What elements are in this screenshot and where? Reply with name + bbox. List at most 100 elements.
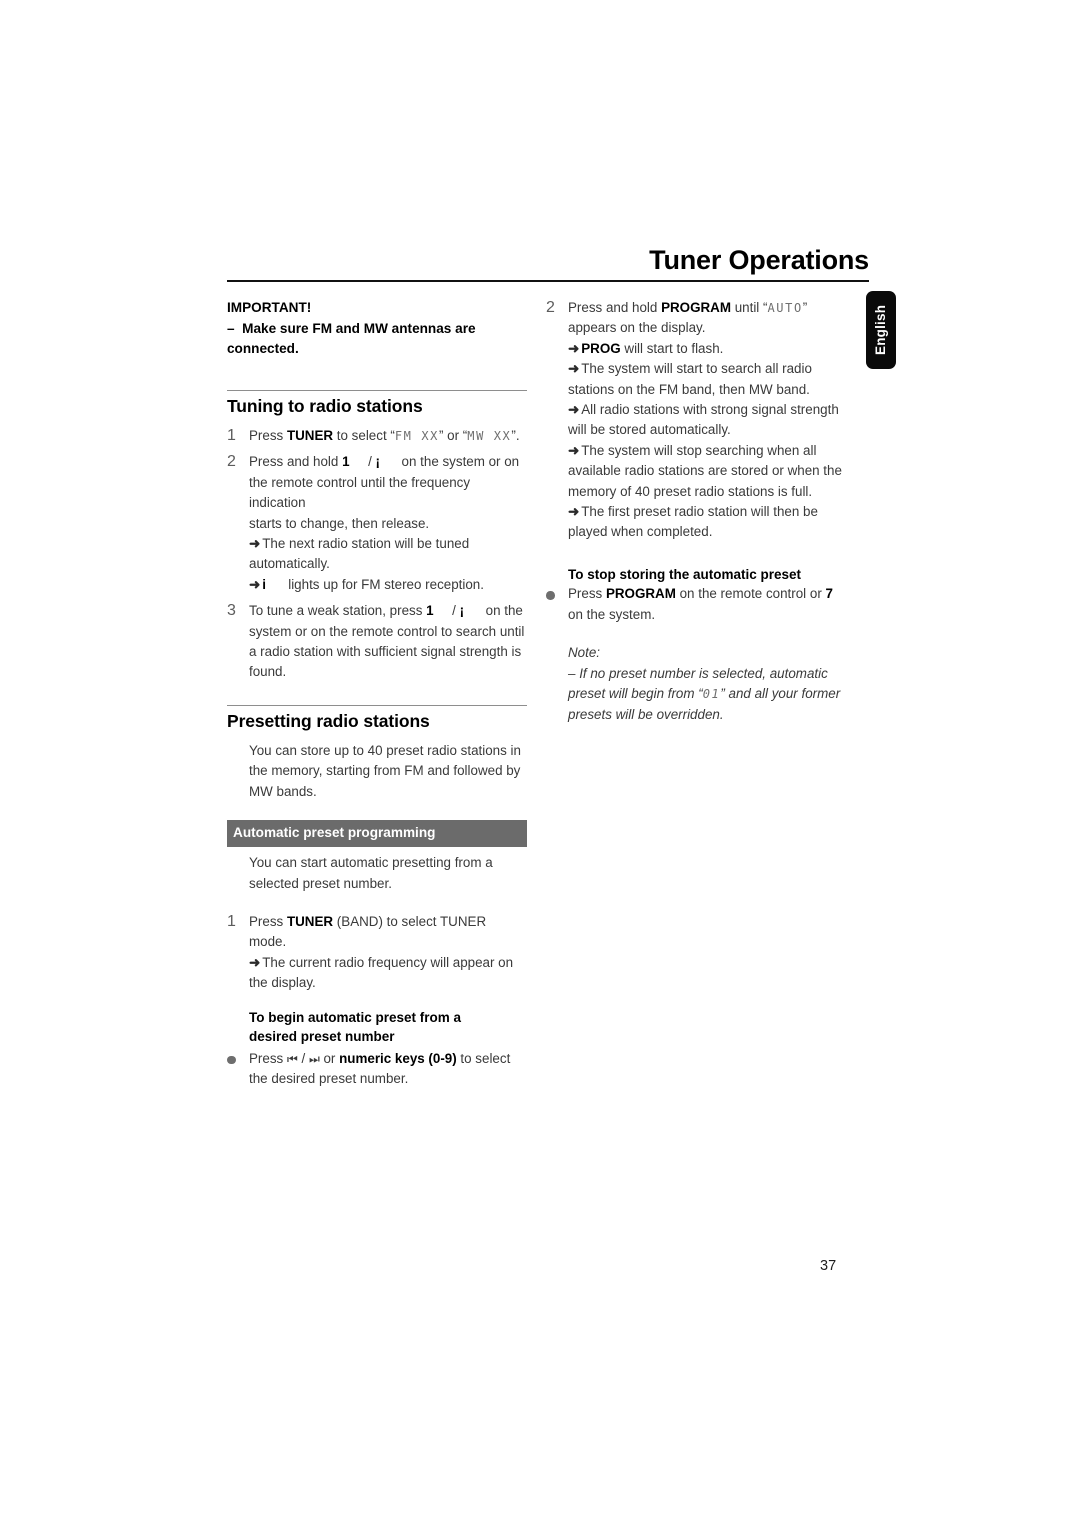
step2-text-after: on the system or on — [401, 454, 520, 470]
tuner-band-key-label: TUNER — [286, 913, 334, 929]
begin-preset-bullet-text: Press ⏮ / ⏭ or numeric keys (0-9) to sel… — [249, 1049, 527, 1090]
arrow-icon: ➜ — [249, 954, 261, 970]
header-divider — [227, 280, 869, 283]
step2-result-1: The next radio station will be tuned aut… — [249, 535, 470, 572]
note-dash: – — [568, 665, 576, 681]
prog-indicator-label: PROG — [581, 340, 621, 356]
step3-slash: / — [452, 603, 456, 619]
step2-result-2: lights up for FM stereo reception. — [288, 576, 484, 592]
stop-key-glyph: 7 — [825, 586, 833, 602]
note-label: Note: — [568, 645, 601, 661]
step-text: Press TUNER (BAND) to select TUNER mode.… — [249, 912, 527, 994]
language-tab: English — [866, 291, 896, 369]
bullet-text-before: Press — [249, 1050, 287, 1066]
arrow-icon: ➜ — [568, 340, 580, 356]
begin-preset-subhead-line-1: To begin automatic preset from a — [249, 1009, 462, 1025]
step-number: 2 — [227, 453, 236, 471]
section-heading-tuning: Tuning to radio stations — [227, 395, 423, 416]
step-number: 2 — [546, 299, 555, 316]
stop-text-before: Press — [568, 586, 606, 602]
stereo-indicator-glyph: i — [262, 576, 266, 592]
step1-tail: ”. — [511, 427, 520, 443]
step-tuning-1: 1 Press TUNER to select “FM XX” or “MW X… — [227, 426, 527, 446]
automatic-preset-intro: You can start automatic presetting from … — [249, 855, 493, 891]
begin-preset-bullet: Press ⏮ / ⏭ or numeric keys (0-9) to sel… — [227, 1049, 527, 1090]
step3-text-before: To tune a weak station, press — [249, 603, 427, 619]
r-step2-result-0: will start to flash. — [620, 340, 724, 356]
r-step2-mid: until “ — [731, 300, 768, 315]
step1-mid: ” or “ — [438, 427, 468, 443]
right-column: 2 Press and hold PROGRAM until “AUTO” ap… — [546, 298, 846, 725]
step3-text-after: on the — [485, 603, 523, 619]
lcd-fm-display: FM XX — [394, 428, 439, 443]
program-key-label: PROGRAM — [605, 586, 676, 602]
step3-line-c: a radio station with sufficient signal s… — [249, 643, 522, 659]
step-text: Press and hold PROGRAM until “AUTO” appe… — [568, 298, 846, 543]
tune-up-glyph: ¡ — [375, 454, 380, 470]
step2-text-before: Press and hold — [249, 454, 343, 470]
section-heading-presetting: Presetting radio stations — [227, 710, 430, 731]
important-line-2: connected. — [227, 341, 299, 357]
arrow-icon: ➜ — [249, 576, 261, 592]
left-column: IMPORTANT! – Make sure FM and MW antenna… — [227, 298, 527, 1090]
subsection-band-automatic-preset: Automatic preset programming — [227, 820, 527, 848]
r-step2-result-4: The first preset radio station will then… — [568, 504, 818, 540]
step-presetting-1: 1 Press TUNER (BAND) to select TUNER mod… — [227, 912, 527, 994]
stop-storing-subhead: To stop storing the automatic preset — [568, 566, 802, 582]
r-step2-result-3: The system will stop searching when all … — [568, 442, 842, 499]
bullet-icon — [546, 584, 568, 600]
step-text: To tune a weak station, press 1 / ¡ on the… — [249, 601, 527, 683]
important-body: – Make sure FM and MW antennas are conne… — [227, 319, 527, 360]
arrow-icon: ➜ — [568, 442, 580, 458]
step-text: Press and hold 1 / ¡ on the system or on t… — [249, 452, 527, 595]
bullet-slash: / — [297, 1050, 309, 1066]
arrow-icon: ➜ — [249, 535, 261, 551]
step2-line-c: starts to change, then release. — [249, 515, 430, 531]
important-block: IMPORTANT! – Make sure FM and MW antenna… — [227, 298, 527, 360]
step-tuning-3: 3 To tune a weak station, press 1 / ¡ on t… — [227, 601, 527, 683]
step2-line-b: the remote control until the frequency i… — [249, 474, 471, 511]
r-step2-result-2: All radio stations with strong signal st… — [568, 402, 839, 438]
stop-text-after: on the system. — [568, 606, 656, 622]
section-divider-presetting — [227, 704, 527, 706]
lcd-preset-01-display: 01 — [702, 687, 721, 702]
tune-down-glyph: 1 — [426, 603, 434, 619]
manual-page: Tuner Operations English IMPORTANT! – Ma… — [0, 0, 1080, 1528]
section-divider-tuning — [227, 389, 527, 391]
step-autopreset-2: 2 Press and hold PROGRAM until “AUTO” ap… — [546, 298, 846, 543]
page-title: Tuner Operations — [649, 245, 869, 275]
r-step2-before: Press and hold — [568, 300, 662, 315]
begin-preset-subhead-line-2: desired preset number — [249, 1029, 395, 1045]
tune-down-glyph: 1 — [342, 454, 350, 470]
step-number: 3 — [227, 602, 236, 620]
step1-text-before: Press — [249, 427, 287, 443]
page-header: Tuner Operations — [227, 245, 869, 283]
lcd-auto-display: AUTO — [767, 301, 803, 315]
tune-up-glyph: ¡ — [459, 603, 465, 619]
skip-next-icon: ⏭ — [308, 1051, 320, 1066]
language-tab-label: English — [873, 304, 888, 356]
bullet-text-mid: or — [319, 1050, 340, 1066]
presetting-intro: You can store up to 40 preset radio stat… — [249, 742, 521, 799]
bullet-icon — [227, 1049, 249, 1065]
step-number: 1 — [227, 912, 236, 930]
arrow-icon: ➜ — [568, 361, 580, 377]
begin-preset-subhead: To begin automatic preset from a desired… — [227, 1008, 527, 1047]
stop-storing-bullet: Press PROGRAM on the remote control or 7… — [546, 584, 846, 625]
step3-line-b: system or on the remote control to searc… — [249, 623, 525, 639]
important-line-1: Make sure FM and MW antennas are — [242, 320, 476, 336]
numeric-keys-label: numeric keys (0-9) — [339, 1050, 457, 1066]
important-title: IMPORTANT! — [227, 300, 312, 315]
lcd-mw-display: MW XX — [467, 428, 512, 443]
arrow-icon: ➜ — [568, 504, 580, 520]
tuner-key-label: TUNER — [286, 427, 334, 443]
stop-text-mid: on the remote control or — [675, 586, 826, 602]
step-tuning-2: 2 Press and hold 1 / ¡ on the system or on… — [227, 452, 527, 595]
stop-storing-bullet-text: Press PROGRAM on the remote control or 7… — [568, 584, 846, 625]
program-key-label: PROGRAM — [661, 300, 731, 315]
step2-slash: / — [368, 454, 372, 470]
step1-text-after: to select “ — [333, 427, 395, 443]
page-number: 37 — [820, 1258, 837, 1274]
step-text: Press TUNER to select “FM XX” or “MW XX”… — [249, 426, 527, 446]
step3-line-d: found. — [249, 664, 287, 680]
